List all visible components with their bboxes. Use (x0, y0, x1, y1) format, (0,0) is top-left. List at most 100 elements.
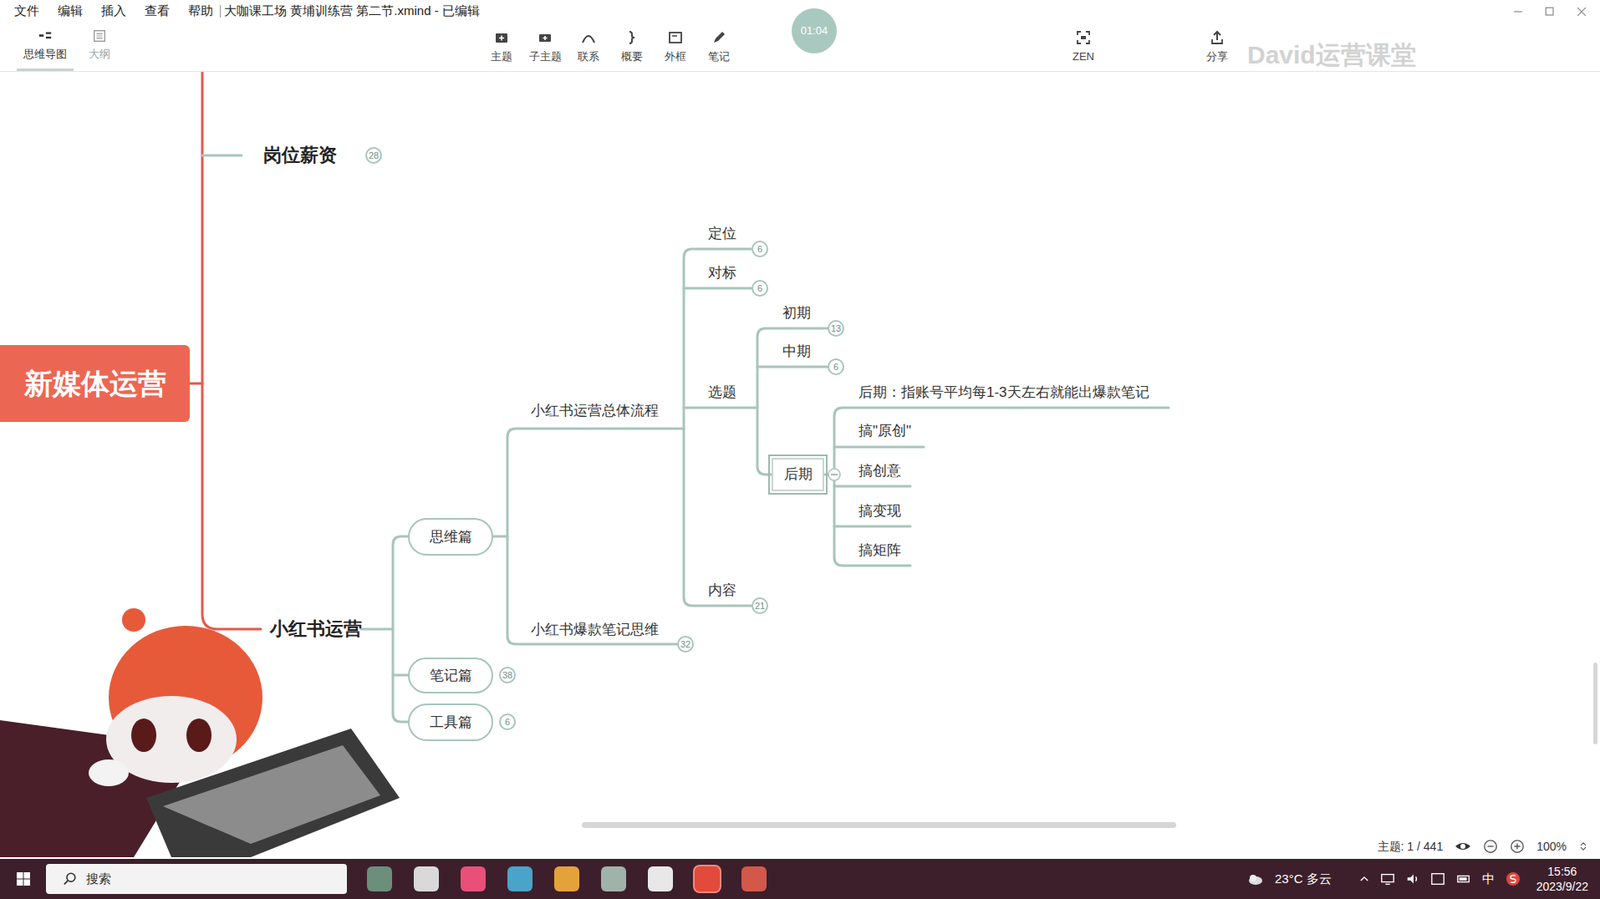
topic-node[interactable]: 工具篇 (407, 703, 494, 742)
menu-item[interactable]: 文件 (14, 1, 40, 21)
menu-item[interactable]: 查看 (144, 1, 170, 21)
app-icon[interactable] (507, 866, 533, 892)
outline-icon (91, 28, 108, 44)
topic-node[interactable]: 岗位薪资 (263, 144, 337, 167)
topic-node[interactable]: 小红书运营总体流程 (530, 400, 659, 423)
taskbar: 搜索 23°C 多云 中 15:562023/9/22 (0, 859, 1600, 899)
app-icon[interactable] (741, 866, 767, 892)
topic-node[interactable]: 选题 (708, 382, 737, 404)
streamer-avatar (0, 606, 402, 858)
note-icon (710, 29, 728, 46)
topic-node[interactable]: 后期：指账号平均每1-3天左右就能出爆款笔记 (858, 382, 1150, 404)
topic-node[interactable]: 初期 (782, 302, 811, 325)
view-tab[interactable]: 大纲 (81, 22, 118, 72)
toolbar-button[interactable]: 概要 (610, 22, 654, 72)
toolbar-button[interactable]: 外框 (653, 22, 698, 72)
taskbar-search[interactable]: 搜索 (45, 864, 347, 895)
topic-node[interactable]: 搞矩阵 (858, 540, 902, 562)
volume-icon[interactable] (1405, 871, 1421, 887)
recording-timer: 01:04 (791, 8, 837, 54)
zoom-in-icon[interactable] (1509, 839, 1525, 855)
antivirus-icon[interactable] (1504, 871, 1522, 888)
topic-node[interactable]: 后期 (771, 458, 825, 492)
pinned-apps (366, 866, 767, 892)
view-switcher: 思维导图大纲 (0, 22, 480, 72)
vertical-scrollbar[interactable] (1593, 662, 1598, 745)
menu-item[interactable]: 编辑 (57, 1, 83, 21)
toolbar-button[interactable]: 主题 (479, 22, 524, 72)
toolbar-button[interactable]: ZEN (1062, 22, 1105, 72)
zoom-stepper-icon[interactable] (1578, 839, 1589, 855)
app-icon[interactable] (647, 866, 673, 892)
notification-icon[interactable] (1430, 871, 1446, 887)
minimize-icon[interactable] (1511, 5, 1525, 19)
network-icon[interactable] (1380, 871, 1396, 887)
topic-node[interactable]: 搞变现 (858, 500, 902, 523)
topic-node[interactable]: 内容 (708, 580, 737, 602)
watermark: David运营课堂 (1247, 35, 1417, 74)
topic-node[interactable]: 对标 (708, 262, 737, 285)
topic-node[interactable]: 小红书运营 (270, 618, 362, 641)
boundary-icon (667, 29, 684, 46)
zoom-out-icon[interactable] (1482, 839, 1499, 855)
toolbar-button[interactable]: 笔记 (697, 22, 741, 72)
app-icon[interactable] (554, 866, 580, 892)
app-window: 文件编辑插入查看帮助大咖课工场 黄埔训练营 第二节.xmind - 已编辑 思维… (0, 0, 1600, 899)
collapsed-count-badge[interactable]: 6 (827, 358, 845, 376)
clock[interactable]: 15:562023/9/22 (1536, 864, 1589, 895)
insert-tools: 主题子主题联系概要外框笔记 (479, 22, 1063, 72)
collapsed-count-badge[interactable]: 13 (827, 320, 845, 337)
toolbar-button[interactable]: 分享 (1196, 22, 1239, 72)
topic-node[interactable]: 小红书爆款笔记思维 (530, 619, 659, 642)
menu-item[interactable]: 插入 (101, 1, 127, 21)
toolbar-button[interactable]: 联系 (566, 22, 611, 72)
topic-node[interactable]: 搞"原创" (858, 420, 912, 443)
window-title: 大咖课工场 黄埔训练营 第二节.xmind - 已编辑 (224, 1, 480, 21)
app-icon[interactable] (366, 866, 393, 892)
topic-count: 主题: 1 / 441 (1377, 838, 1444, 857)
collapsed-count-badge[interactable]: 38 (499, 667, 516, 684)
collapsed-count-badge[interactable]: 6 (751, 240, 769, 258)
windows-icon (15, 871, 32, 888)
weather-icon (1244, 871, 1265, 888)
input-method[interactable]: 中 (1482, 870, 1495, 890)
eye-icon[interactable] (1454, 838, 1472, 856)
collapsed-count-badge[interactable]: 21 (751, 597, 769, 615)
collapse-icon[interactable] (828, 468, 841, 481)
summary-icon (623, 29, 641, 46)
weather[interactable]: 23°C 多云 (1274, 870, 1332, 890)
share-icon (1208, 29, 1226, 46)
topic-node[interactable]: 新媒体运营 (0, 345, 190, 423)
tray-expand-icon[interactable] (1358, 873, 1371, 886)
topic-node[interactable]: 思维篇 (407, 518, 494, 556)
subtopic-icon (536, 29, 554, 46)
app-icon[interactable] (413, 866, 439, 892)
topic-node[interactable]: 搞创意 (858, 460, 902, 483)
relationship-icon (580, 29, 597, 46)
app-icon[interactable] (460, 866, 486, 892)
app-icon[interactable] (601, 866, 627, 892)
topic-node[interactable]: 中期 (782, 341, 811, 363)
menu-item[interactable]: 帮助 (188, 1, 214, 21)
zoom-level[interactable]: 100% (1536, 838, 1567, 857)
search-icon (62, 871, 78, 887)
collapsed-count-badge[interactable]: 6 (751, 280, 769, 297)
horizontal-scrollbar[interactable] (581, 822, 1177, 829)
close-icon[interactable] (1574, 5, 1589, 19)
collapsed-count-badge[interactable]: 28 (365, 147, 383, 164)
collapsed-count-badge[interactable]: 6 (499, 713, 516, 731)
toolbar-button[interactable]: 子主题 (523, 22, 567, 72)
mindmap-icon (36, 28, 54, 44)
topic-node[interactable]: 笔记篇 (407, 657, 494, 694)
system-tray: 23°C 多云 中 15:562023/9/22 (1244, 864, 1600, 895)
maximize-icon[interactable] (1543, 5, 1557, 19)
menu-divider (219, 5, 221, 18)
collapsed-count-badge[interactable]: 32 (677, 636, 694, 653)
view-tab[interactable]: 思维导图 (16, 22, 74, 72)
battery-icon[interactable] (1455, 871, 1473, 887)
zen-icon (1075, 29, 1092, 46)
toolbar: 思维导图大纲主题子主题联系概要外框笔记ZEN分享David运营课堂01:04 (0, 22, 1600, 72)
topic-node[interactable]: 定位 (708, 223, 737, 245)
start-button[interactable] (0, 859, 46, 899)
app-icon[interactable] (694, 866, 720, 892)
